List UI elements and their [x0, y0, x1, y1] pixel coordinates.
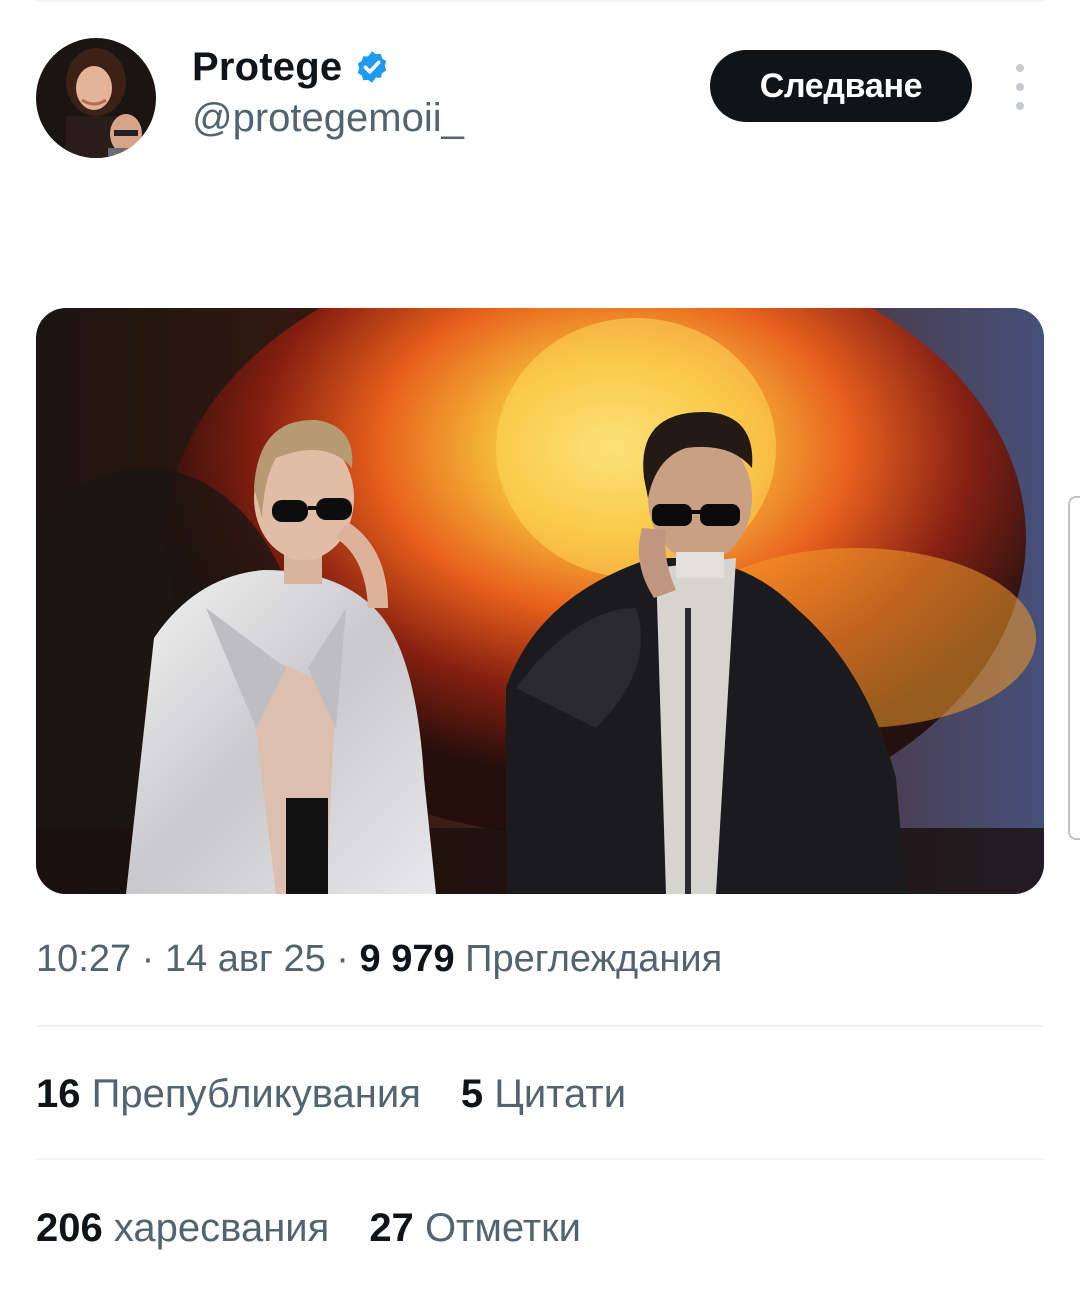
post-time[interactable]: 10:27: [36, 938, 131, 980]
separator: ·: [336, 938, 349, 980]
reposts-stat[interactable]: 16 Препубликувания: [36, 1072, 421, 1117]
top-divider: [36, 0, 1044, 2]
author-name-row[interactable]: Protege: [192, 40, 390, 94]
views-count: 9 979: [359, 938, 455, 980]
post-image[interactable]: [36, 308, 1044, 894]
post-timestamp-row: 10:27 · 14 авг 25 · 9 979 Преглеждания: [36, 938, 722, 981]
verified-badge-icon: [358, 51, 387, 83]
engagement-row-2: 206 харесвания 27 Отметки: [36, 1206, 621, 1251]
author-display-name[interactable]: Protege: [192, 45, 342, 90]
likes-label: харесвания: [113, 1206, 330, 1250]
likes-stat[interactable]: 206 харесвания: [36, 1206, 329, 1251]
more-vertical-icon[interactable]: [1008, 64, 1032, 110]
bookmarks-stat[interactable]: 27 Отметки: [369, 1206, 581, 1251]
more-dot: [1016, 64, 1024, 72]
more-dot: [1016, 102, 1024, 110]
divider: [36, 1025, 1044, 1027]
quotes-count: 5: [460, 1072, 484, 1116]
views-label: Преглеждания: [465, 938, 723, 980]
post-date[interactable]: 14 авг 25: [165, 938, 326, 980]
divider: [36, 1158, 1044, 1160]
scrollbar-handle[interactable]: [1068, 496, 1080, 840]
author-avatar[interactable]: [36, 38, 156, 158]
follow-button[interactable]: Следване: [710, 50, 972, 122]
more-dot: [1016, 83, 1024, 91]
quotes-label: Цитати: [494, 1072, 627, 1116]
separator: ·: [141, 938, 155, 980]
engagement-row-1: 16 Препубликувания 5 Цитати: [36, 1072, 666, 1117]
bookmarks-count: 27: [369, 1206, 414, 1250]
reposts-label: Препубликувания: [91, 1072, 421, 1116]
bookmarks-label: Отметки: [424, 1206, 581, 1250]
quotes-stat[interactable]: 5 Цитати: [461, 1072, 626, 1117]
author-handle[interactable]: @protegemoii_: [192, 96, 464, 141]
reposts-count: 16: [36, 1072, 81, 1116]
likes-count: 206: [36, 1206, 103, 1250]
